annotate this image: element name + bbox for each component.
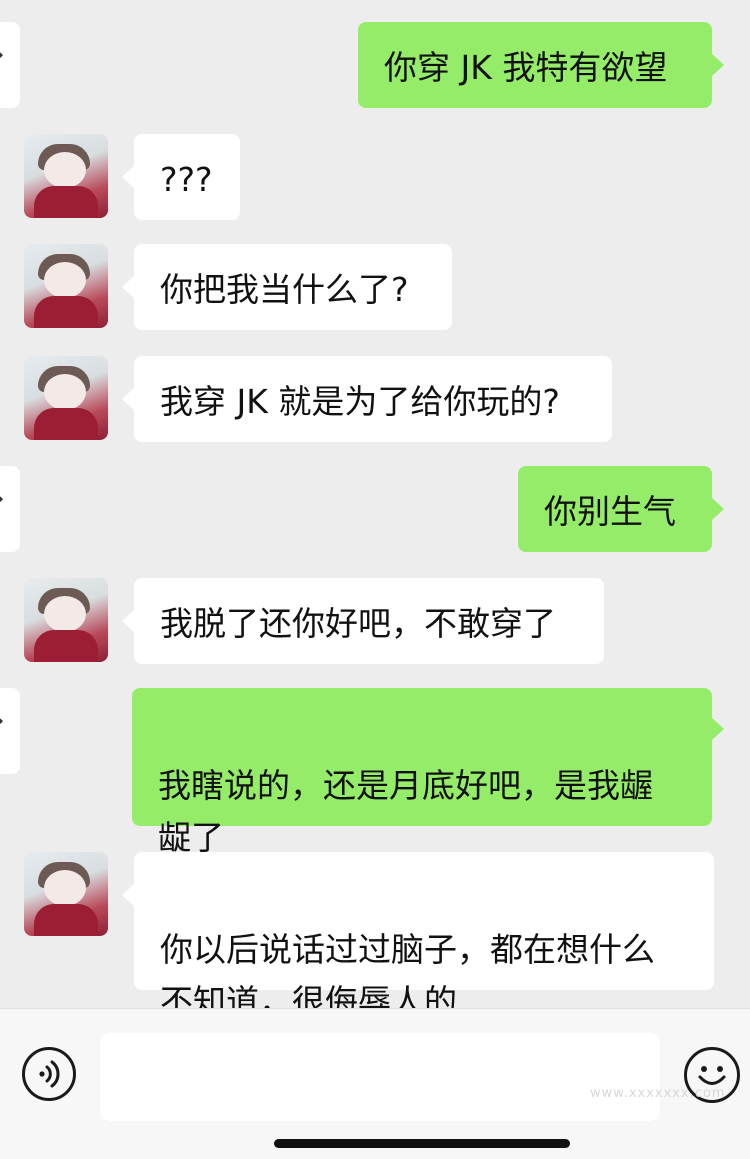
voice-button[interactable]	[22, 1047, 76, 1101]
message-text: 你把我当什么了?	[160, 270, 409, 309]
message-text: 你别生气	[544, 492, 676, 531]
message-bubble-sent[interactable]: 你别生气	[518, 466, 712, 552]
contact-avatar[interactable]	[24, 852, 108, 936]
bubble-tail	[122, 388, 134, 410]
bubble-tail	[712, 498, 724, 520]
message-bubble-sent[interactable]: 你穿 JK 我特有欲望	[358, 22, 712, 108]
bubble-tail	[712, 718, 724, 740]
message-input[interactable]	[100, 1033, 660, 1121]
message-bubble-received[interactable]: 我穿 JK 就是为了给你玩的?	[134, 356, 612, 442]
message-text: 你穿 JK 我特有欲望	[384, 48, 668, 87]
contact-avatar[interactable]	[24, 134, 108, 218]
bubble-tail	[122, 610, 134, 632]
message-bubble-received[interactable]: ???	[134, 134, 240, 220]
message-bubble-received[interactable]: 你以后说话过过脑子，都在想什么 不知道，很侮辱人的	[134, 852, 714, 1008]
bubble-tail	[712, 54, 724, 76]
chat-input-bar	[0, 1008, 750, 1159]
message-text: 我穿 JK 就是为了给你玩的?	[160, 382, 560, 421]
voice-icon	[39, 1060, 60, 1088]
message-bubble-sent[interactable]: 我瞎说的，还是月底好吧，是我龌 龊了	[132, 688, 712, 857]
message-text: ???	[160, 160, 213, 199]
bubble-tail	[122, 884, 134, 906]
message-bubble-received[interactable]: 我脱了还你好吧，不敢穿了	[134, 578, 604, 664]
chat-area: 你穿 JK 我特有欲望 ❖ ??? 你把我当什么了? 我穿 JK 就是为了给你玩…	[0, 0, 750, 1008]
contact-avatar[interactable]	[24, 244, 108, 328]
bubble-tail	[122, 276, 134, 298]
message-text: 我瞎说的，还是月底好吧，是我龌 龊了	[158, 766, 653, 857]
message-text: 你以后说话过过脑子，都在想什么 不知道，很侮辱人的	[160, 930, 655, 1008]
message-bubble-received[interactable]: 你把我当什么了?	[134, 244, 452, 330]
bubble-tail	[122, 166, 134, 188]
contact-avatar[interactable]	[24, 356, 108, 440]
watermark: www.xxxxxxx.com	[590, 1086, 726, 1101]
message-text: 我脱了还你好吧，不敢穿了	[160, 604, 556, 643]
contact-avatar[interactable]	[24, 578, 108, 662]
cropped-avatar: ❖	[0, 22, 20, 108]
cropped-avatar: ❖	[0, 466, 20, 552]
home-indicator[interactable]	[274, 1139, 570, 1148]
cropped-avatar: ❖	[0, 688, 20, 774]
